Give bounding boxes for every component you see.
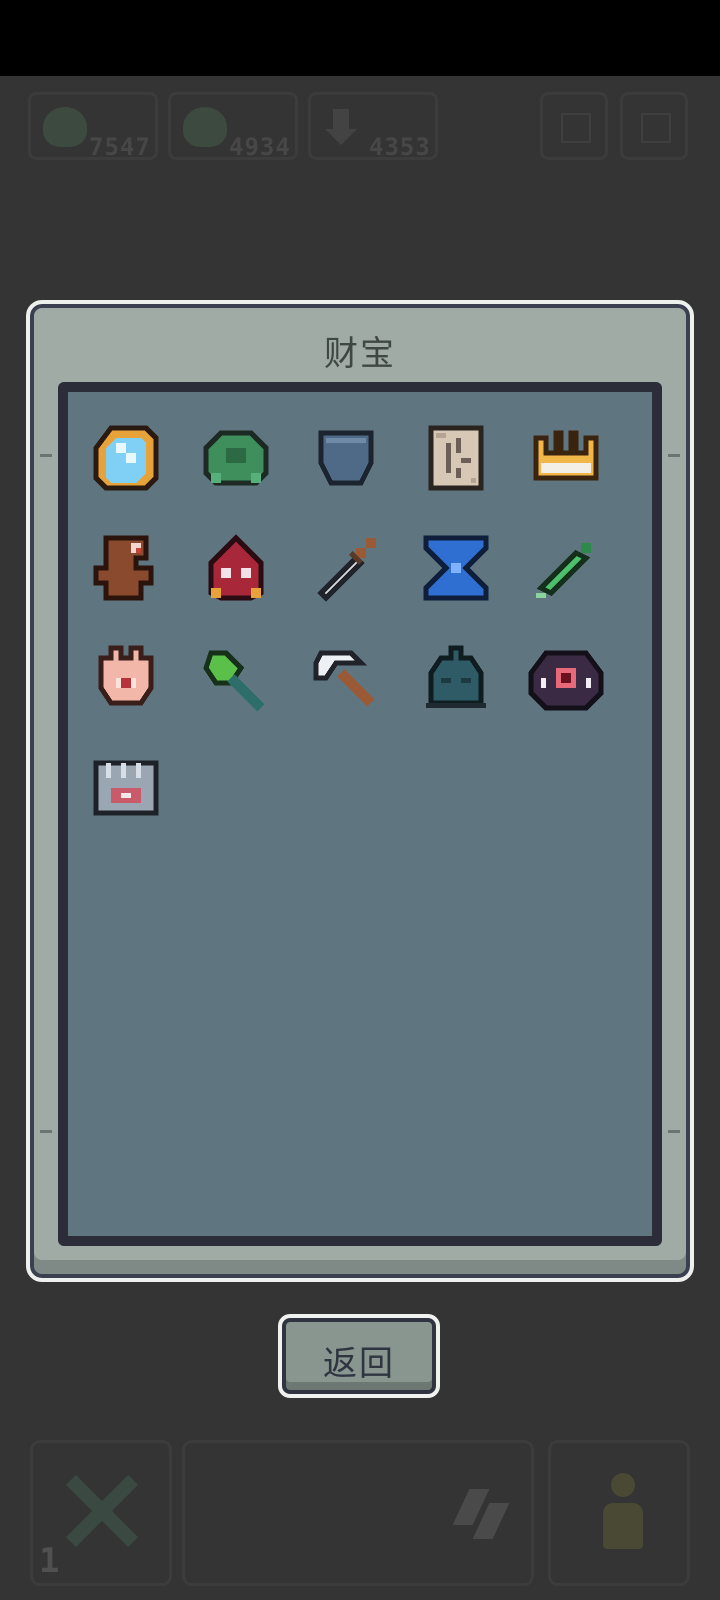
resource-value: 4353: [369, 133, 431, 161]
dialog-title: 财宝: [324, 334, 396, 374]
rivet-decoration: [668, 454, 680, 457]
hourglass-icon: [423, 535, 489, 601]
settings-button: [620, 92, 688, 160]
treasure-slot[interactable]: [306, 418, 386, 498]
green-axe-icon: [203, 650, 265, 712]
magic-mirror-icon: [93, 425, 159, 491]
treasure-slot[interactable]: [306, 528, 386, 608]
scythe-icon: [313, 650, 375, 707]
resource-value: 4934: [229, 133, 291, 161]
pawn-icon: [603, 1473, 643, 1553]
treasure-slot[interactable]: [526, 528, 606, 608]
cancel-action-button: 1: [30, 1440, 172, 1586]
treasure-slot[interactable]: [86, 418, 166, 498]
bell-icon: [426, 645, 486, 708]
treasure-grid-panel: [58, 382, 662, 1246]
wooden-idol-icon: [93, 535, 154, 601]
treasure-dialog: 财宝: [26, 300, 694, 1282]
swap-icon: [452, 1485, 511, 1541]
swap-action-button: [182, 1440, 534, 1586]
treasure-slot[interactable]: [196, 418, 276, 498]
green-slime-icon: [183, 107, 227, 147]
back-button-label: 返回: [323, 1344, 395, 1384]
eye-palm-icon: [98, 645, 154, 706]
treasure-slot[interactable]: [86, 638, 166, 718]
metal-chest-icon: [93, 760, 159, 816]
action-count: 1: [39, 1541, 60, 1581]
ancient-scroll-icon: [428, 425, 484, 491]
resource-counter: 4353: [308, 92, 438, 161]
treasure-slot[interactable]: [196, 638, 276, 718]
rivet-decoration: [668, 1130, 680, 1133]
golden-crown-icon: [533, 430, 599, 481]
green-slime-icon: [43, 107, 87, 147]
square-icon: [641, 113, 671, 143]
pocket-icon: [318, 430, 374, 486]
download-arrow-icon: [323, 107, 367, 147]
resource-counter: 7547: [28, 92, 158, 161]
demon-eye-icon: [528, 650, 604, 711]
menu-button: [540, 92, 608, 160]
treasure-slot[interactable]: [416, 418, 496, 498]
resource-counter: 4934: [168, 92, 298, 161]
treasure-slot[interactable]: [416, 638, 496, 718]
rivet-decoration: [40, 454, 52, 457]
treasure-slot[interactable]: [526, 638, 606, 718]
red-hood-mask-icon: [208, 534, 264, 601]
treasure-slot[interactable]: [86, 748, 166, 828]
treasure-slot[interactable]: [416, 528, 496, 608]
treasure-slot[interactable]: [526, 418, 606, 498]
square-icon: [561, 113, 591, 143]
back-button[interactable]: 返回: [278, 1314, 440, 1398]
dagger-icon: [317, 538, 376, 602]
treasure-slot[interactable]: [86, 528, 166, 608]
treasure-slot[interactable]: [306, 638, 386, 718]
character-button: [548, 1440, 690, 1586]
resource-value: 7547: [89, 133, 151, 161]
close-icon: [63, 1473, 139, 1549]
treasure-slot[interactable]: [196, 528, 276, 608]
green-sword-icon: [536, 543, 591, 598]
rivet-decoration: [40, 1130, 52, 1133]
turtle-shell-icon: [203, 430, 269, 486]
